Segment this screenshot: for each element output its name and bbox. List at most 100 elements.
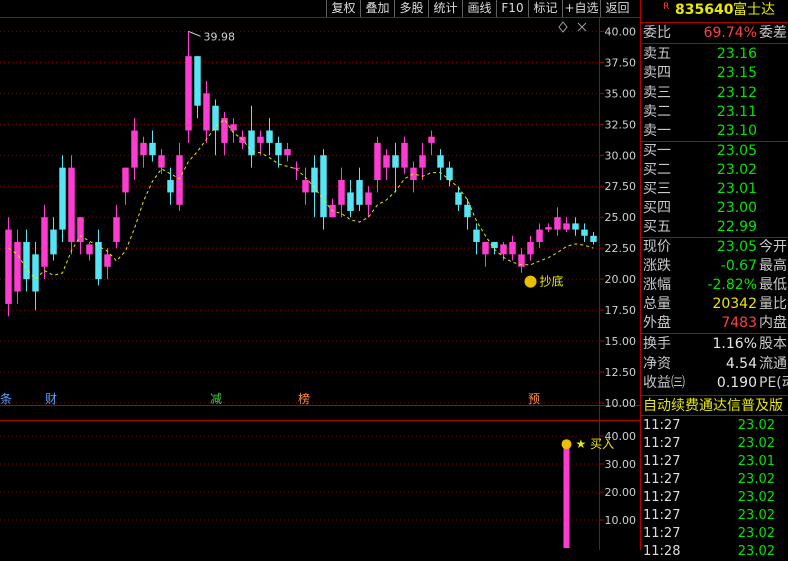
toolbar-button-3[interactable]: 统计 <box>428 0 462 17</box>
candle-body <box>500 244 507 255</box>
candle-body <box>59 167 66 230</box>
toolbar-button-0[interactable]: 复权 <box>326 0 360 17</box>
tick-time: 11:27 <box>643 526 681 541</box>
toolbar-button-6[interactable]: 标记 <box>528 0 562 17</box>
stat-4-right-label: 内盘 <box>759 315 787 331</box>
toolbar-button-8[interactable]: 返回 <box>600 0 634 17</box>
candle-body <box>257 136 264 143</box>
toolbar-button-2[interactable]: 多股 <box>394 0 428 17</box>
event-tag-3: 榜 <box>298 391 310 406</box>
stat2-2: 收益㈢ 0.190PE(动 <box>641 374 788 393</box>
buy-level-3: 买三 23.01 <box>641 180 788 199</box>
sell-level-4-label: 卖四 <box>643 65 671 82</box>
candle-body <box>419 155 426 168</box>
tick-row: 11:27 23.02 <box>641 489 788 507</box>
candle-body <box>338 180 345 205</box>
toolbar-button-5[interactable]: F10 <box>496 0 528 17</box>
candle-body <box>347 192 354 211</box>
weibi-value: 69.74% <box>703 25 757 41</box>
sell-level-3: 卖三 23.12 <box>641 84 788 103</box>
y-tick-label: 40.00 <box>605 25 637 38</box>
candle-body <box>185 56 192 131</box>
tick-price: 23.02 <box>737 508 775 523</box>
tick-price: 23.02 <box>737 526 775 541</box>
tick-price: 23.02 <box>737 418 775 433</box>
stat-0: 现价 23.05 今开 <box>641 238 788 257</box>
buy-level-2-value: 23.02 <box>716 162 757 178</box>
candle-body <box>464 204 471 218</box>
candle-body <box>104 254 111 267</box>
candle-body <box>365 192 372 205</box>
tick-price: 23.02 <box>737 472 775 487</box>
tick-time: 11:27 <box>643 508 681 523</box>
y-tick-label: 22.50 <box>605 242 637 255</box>
y-tick-label: 35.00 <box>605 87 637 100</box>
stat-3-label: 总量 <box>643 296 671 312</box>
candle-body <box>68 167 75 242</box>
buy-level-3-label: 买三 <box>643 181 671 197</box>
sell-level-4: 卖四 23.15 <box>641 64 788 83</box>
tick-price: 23.02 <box>737 436 775 451</box>
candle-body <box>158 155 165 168</box>
toolbar-button-7[interactable]: +自选 <box>562 0 600 17</box>
y-tick-label: 15.00 <box>605 335 637 348</box>
sell-level-2-label: 卖二 <box>643 103 671 120</box>
candle-body <box>509 241 516 255</box>
toolbar-button-4[interactable]: 画线 <box>462 0 496 17</box>
candle-body <box>374 142 381 181</box>
stat2-2-value: 0.190 <box>716 375 757 391</box>
stock-name: 富士达 <box>733 2 775 18</box>
toolbar: 复权 叠加 多股 统计 画线 F10 标记 +自选 返回 <box>0 0 640 17</box>
candle-body <box>113 217 120 242</box>
tick-row: 11:27 23.02 <box>641 417 788 435</box>
candle-body <box>14 241 21 292</box>
candle-body <box>473 229 480 242</box>
candle-body <box>563 223 570 230</box>
tick-row: 11:27 23.02 <box>641 525 788 543</box>
candle-body <box>77 217 84 242</box>
sell-level-3-label: 卖三 <box>643 84 671 101</box>
high-marker-line <box>188 30 201 37</box>
tick-time: 11:27 <box>643 436 681 451</box>
buy-level-4-label: 买四 <box>643 200 671 216</box>
kline-chart-area[interactable]: 40.00 37.50 35.00 32.50 30.00 27.50 25.00 22.50… <box>0 0 640 550</box>
candle-body <box>86 244 93 255</box>
candle-body <box>392 155 399 168</box>
buy-level-4-value: 23.00 <box>716 200 757 216</box>
event-tag-0: 条 <box>0 392 12 406</box>
stat-0-right-label: 今开 <box>759 239 787 255</box>
tick-time: 11:27 <box>643 418 681 433</box>
candle-body <box>122 167 129 193</box>
candle-body <box>572 223 579 230</box>
tick-row: 11:28 23.02 <box>641 543 788 561</box>
tick-row: 11:27 23.01 <box>641 453 788 471</box>
weibi-row: 委比 69.74% 委差 <box>643 25 787 41</box>
candle-body <box>311 167 318 193</box>
buy-level-1-value: 23.05 <box>716 143 757 159</box>
stat-4-label: 外盘 <box>643 315 671 331</box>
event-tag-1: 财 <box>45 392 57 406</box>
buy-level-1-label: 买一 <box>643 143 671 159</box>
marquee[interactable]: 自动续费通达信普及版 <box>641 397 788 416</box>
kline-chart[interactable]: 40.00 37.50 35.00 32.50 30.00 27.50 25.00 22.50… <box>0 0 640 550</box>
stat2-0: 换手 1.16% 股本 <box>641 335 788 354</box>
quote-panel: R 835640 富士达 委比 69.74% 委差 卖五 23.16 卖四 23.15… <box>640 0 788 559</box>
y-tick-label: 37.50 <box>605 56 637 69</box>
tick-time: 11:27 <box>643 490 681 505</box>
candle-body <box>266 130 273 143</box>
sell-level-5-value: 23.16 <box>716 46 757 62</box>
signal-label-buy: ★ 买入 <box>576 437 615 451</box>
candle-body <box>401 142 408 168</box>
buy-level-2-label: 买二 <box>643 162 671 178</box>
close-icon <box>577 22 587 32</box>
candle-body <box>545 227 552 230</box>
buy-level-2: 买二 23.02 <box>641 161 788 180</box>
y-tick-label: 32.50 <box>605 118 637 131</box>
stat-2: 涨幅 -2.82% 最低 <box>641 276 788 295</box>
tick-time: 11:27 <box>643 472 681 487</box>
stat2-1: 净资 4.54 流通 <box>641 355 788 374</box>
toolbar-button-1[interactable]: 叠加 <box>360 0 394 17</box>
y-tick-label: 12.50 <box>605 366 637 379</box>
candle-body <box>23 241 30 280</box>
candle-body <box>32 254 39 292</box>
